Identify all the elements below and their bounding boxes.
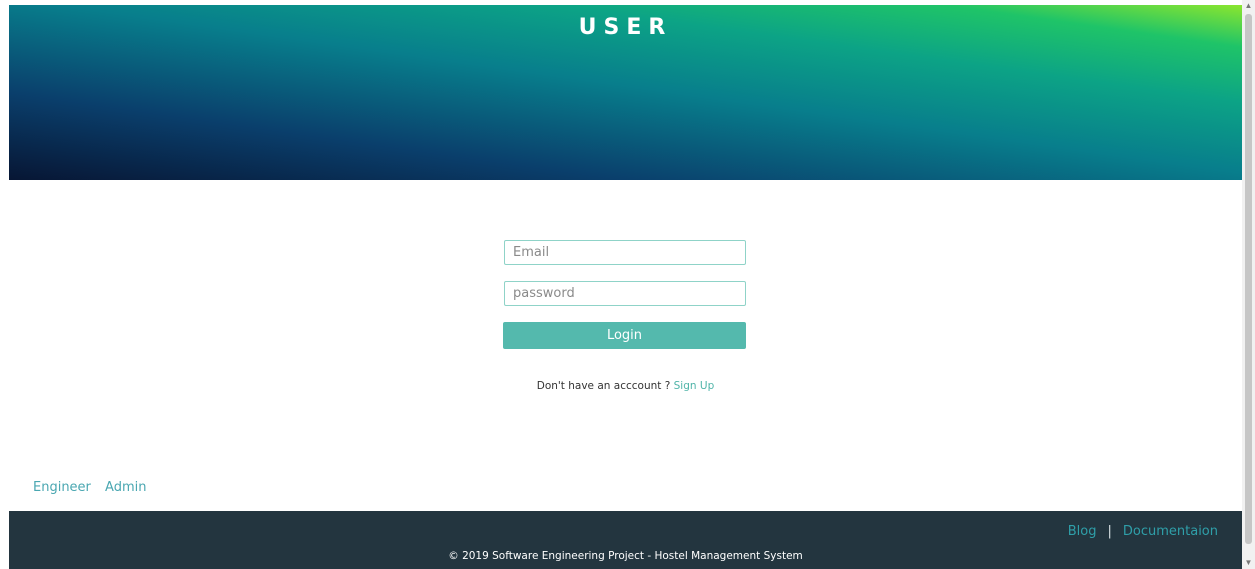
scroll-up-icon[interactable]: ▲ [1242,0,1255,12]
signup-prompt-line: Don't have an acccount ? Sign Up [9,380,1242,392]
role-links: Engineer Admin [33,480,156,495]
blog-link[interactable]: Blog [1068,524,1097,539]
documentation-link[interactable]: Documentaion [1123,524,1218,539]
scroll-thumb[interactable] [1245,14,1252,544]
email-field[interactable] [504,240,746,265]
footer-links: Blog | Documentaion [1068,524,1218,539]
password-field[interactable] [504,281,746,306]
copyright-text: © 2019 Software Engineering Project - Ho… [448,550,803,562]
signup-link[interactable]: Sign Up [674,380,715,392]
page-title: USER [578,15,673,40]
page-viewport: USER Login Don't have an acccount ? Sign… [9,5,1242,569]
admin-link[interactable]: Admin [105,480,146,495]
login-button[interactable]: Login [503,322,746,349]
vertical-scrollbar[interactable]: ▲ ▼ [1242,0,1255,569]
footer: Blog | Documentaion © 2019 Software Engine… [9,511,1242,569]
signup-prompt-text: Don't have an acccount ? [536,380,674,392]
footer-separator: | [1107,524,1112,539]
engineer-link[interactable]: Engineer [33,480,91,495]
header-banner: USER [9,5,1242,180]
scroll-down-icon[interactable]: ▼ [1242,557,1255,569]
